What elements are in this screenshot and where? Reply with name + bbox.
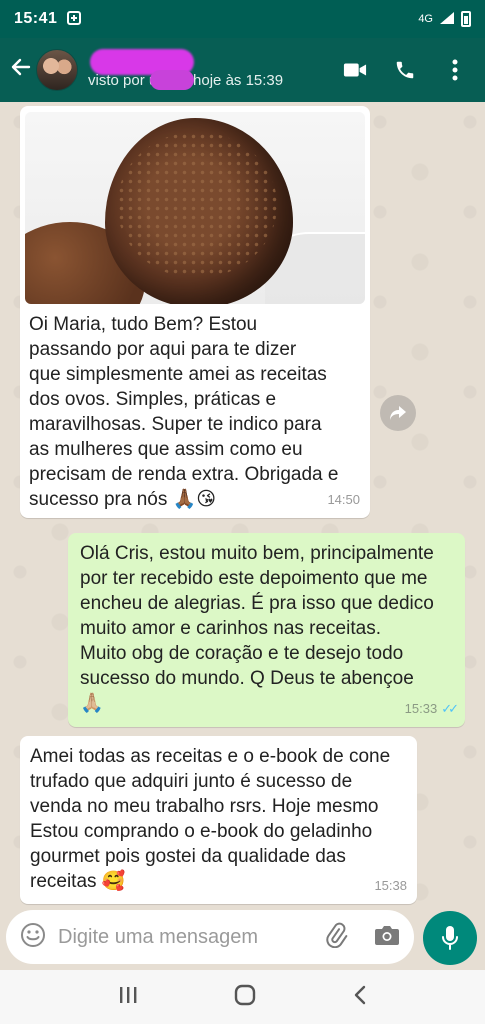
phone-icon[interactable] [393, 58, 417, 82]
read-ticks-icon: ✓✓ [441, 701, 459, 716]
chocolate-egg-photo[interactable] [25, 112, 365, 304]
message-text: Olá Cris, estou muito bem, principalment… [80, 543, 434, 689]
contact-info[interactable]: visto por último hoje às 15:39 [88, 46, 318, 94]
status-time: 15:41 [14, 10, 58, 27]
camera-icon[interactable] [374, 924, 400, 951]
egg-shell-image [105, 118, 293, 304]
network-type: 4G [418, 13, 433, 25]
emoji-icon[interactable] [20, 922, 46, 953]
message-bubble-incoming[interactable]: Oi Maria, tudo Bem? Estou passando por a… [20, 106, 370, 518]
message-time: 15:38 [374, 878, 407, 893]
message-time: 14:50 [327, 492, 360, 507]
message-emoji: 🥰 [101, 870, 126, 892]
composer-bar [0, 906, 485, 970]
message-text: Amei todas as receitas e o e-book de con… [30, 746, 391, 892]
message-bubble-outgoing[interactable]: Olá Cris, estou muito bem, principalment… [68, 533, 465, 727]
notification-icon [67, 10, 82, 28]
message-text: Oi Maria, tudo Bem? Estou passando por a… [29, 314, 339, 510]
forward-icon[interactable] [380, 395, 416, 431]
home-icon[interactable] [234, 984, 256, 1011]
back-arrow-icon[interactable] [8, 56, 32, 85]
chat-area[interactable]: Oi Maria, tudo Bem? Estou passando por a… [0, 102, 485, 914]
chat-header: visto por último hoje às 15:39 [0, 38, 485, 102]
nav-back-icon[interactable] [353, 985, 367, 1010]
message-input[interactable] [58, 925, 308, 949]
attach-icon[interactable] [322, 922, 348, 953]
message-emoji: 🙏🏾😘 [172, 488, 217, 510]
redaction-mark [150, 70, 194, 90]
signal-icon [439, 11, 455, 28]
message-time: 15:33 ✓✓ [404, 696, 459, 721]
mic-icon[interactable] [423, 911, 477, 965]
more-options-icon[interactable] [443, 58, 467, 82]
status-right: 4G [418, 11, 471, 28]
status-bar: 15:41 4G [0, 0, 485, 38]
message-bubble-incoming[interactable]: Amei todas as receitas e o e-book de con… [20, 736, 417, 904]
avatar[interactable] [36, 49, 78, 91]
message-emoji: 🙏🏼 [80, 692, 104, 714]
recent-apps-icon[interactable] [118, 986, 138, 1009]
message-input-container[interactable] [6, 910, 414, 964]
video-call-icon[interactable] [343, 58, 367, 82]
battery-icon [461, 11, 471, 27]
system-nav-bar [0, 970, 485, 1024]
message-time-value: 15:33 [404, 701, 438, 716]
